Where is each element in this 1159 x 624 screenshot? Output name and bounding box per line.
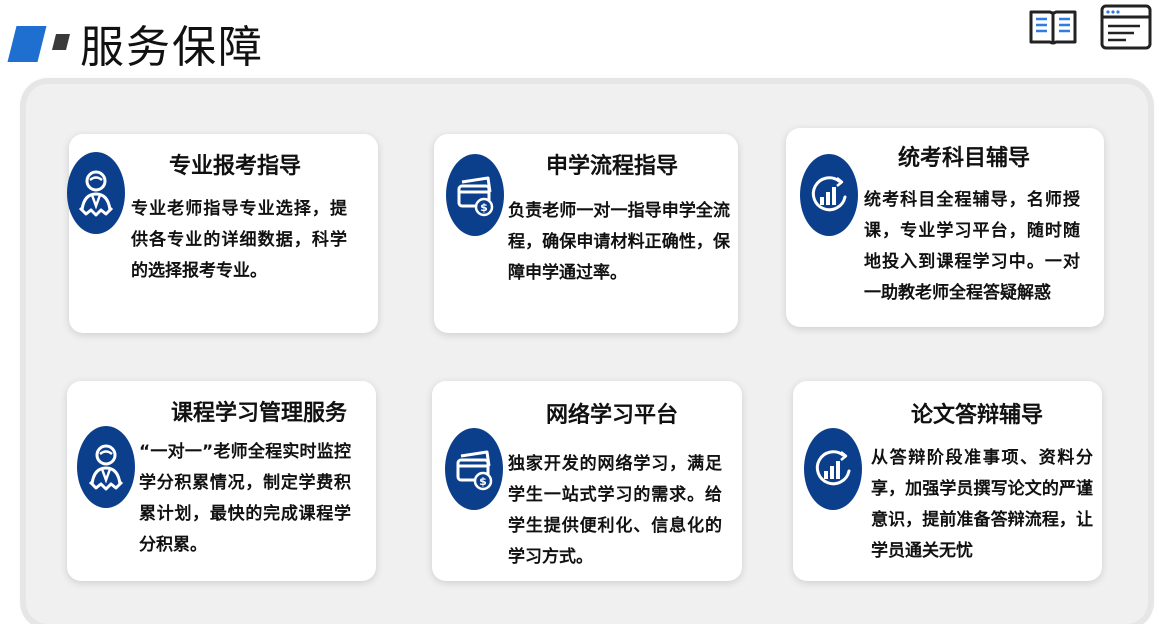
payment-card-icon: $: [445, 428, 503, 510]
browser-window-icon[interactable]: [1100, 4, 1152, 50]
growth-chart-icon: [804, 428, 862, 510]
card-body: 专业老师指导专业选择，提供各专业的详细数据，科学的选择报考专业。: [131, 199, 347, 281]
svg-text:$: $: [479, 475, 487, 488]
advisor-icon: [77, 426, 135, 508]
book-icon[interactable]: [1028, 6, 1078, 48]
card-body: 负责老师一对一指导申学全流程，确保申请材料正确性，保障申学通过率。: [508, 201, 730, 283]
growth-chart-icon: [800, 154, 858, 236]
svg-text:$: $: [480, 201, 488, 214]
card-body: “一对一”老师全程实时监控学分积累情况，制定学费积累计划，最快的完成课程学分积累…: [139, 442, 351, 555]
card-body: 统考科目全程辅导，名师授课，专业学习平台，随时随地投入到课程学习中。一对一助教老…: [864, 190, 1080, 303]
card-title: 统考科目辅导: [898, 146, 1031, 171]
page-header: 服务保障: [0, 0, 1159, 80]
payment-card-icon: $: [446, 154, 504, 236]
card-body: 独家开发的网络学习，满足学生一站式学习的需求。给学生提供便利化、信息化的学习方式…: [508, 454, 722, 567]
card-body: 从答辩阶段准事项、资料分享，加强学员撰写论文的严谨意识，提前准备答辩流程，让学员…: [871, 448, 1093, 561]
card-title: 课程学习管理服务: [171, 401, 348, 426]
page-title: 服务保障: [80, 22, 264, 73]
card-title: 网络学习平台: [546, 403, 679, 428]
card-title: 专业报考指导: [169, 154, 302, 179]
card-title: 论文答辩辅导: [911, 403, 1044, 428]
logo-gray-block: [52, 34, 70, 50]
advisor-icon: [67, 152, 125, 234]
logo-blue-block: [7, 26, 47, 62]
card-title: 申学流程指导: [546, 154, 679, 179]
